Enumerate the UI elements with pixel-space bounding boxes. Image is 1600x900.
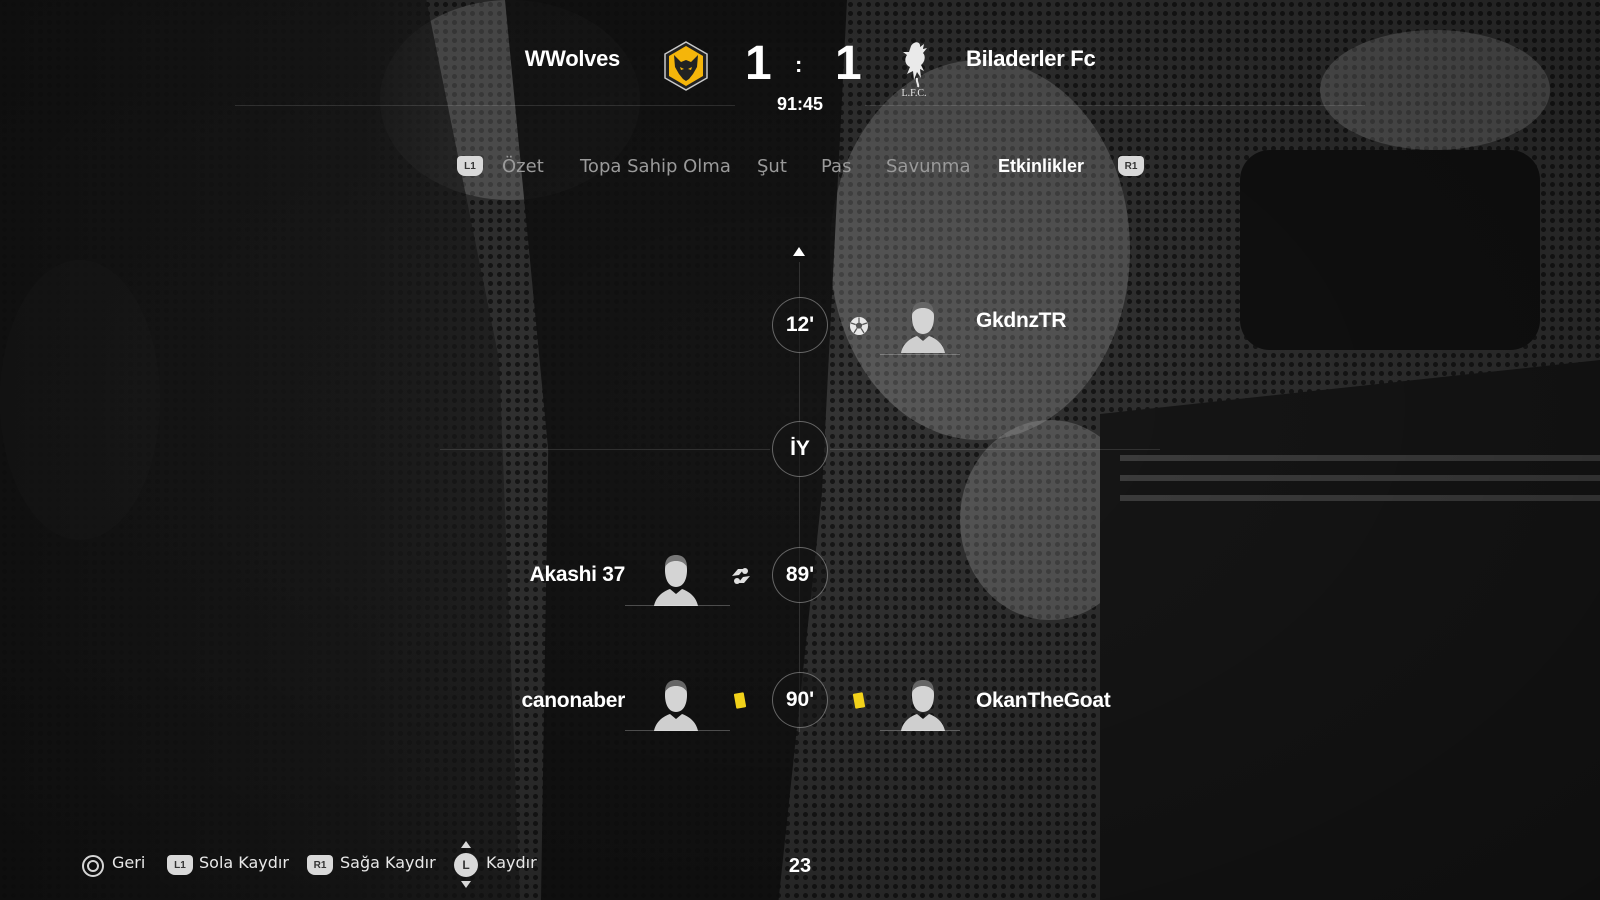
stick-down-arrow-icon [461,881,471,888]
r1-button-icon[interactable]: R1 [1118,156,1144,176]
stats-tab-bar: L1 Özet Topa Sahip Olma Şut Pas Savunma … [0,150,1600,186]
scroll-up-arrow-icon[interactable] [793,247,805,256]
header-divider [235,105,735,106]
player-avatar [901,680,945,731]
footer-scroll-label[interactable]: Kaydır [486,853,537,872]
tab-etkinlikler[interactable]: Etkinlikler [998,156,1084,177]
half-time-marker: İY [772,421,828,477]
goal-ball-icon [850,317,868,335]
away-event-player: GkdnzTR [976,309,1067,332]
footer-scroll-left-label[interactable]: Sola Kaydır [199,853,289,872]
page-number: 23 [788,855,812,877]
home-event-player: canonaber [521,689,626,712]
half-time-divider [440,449,770,450]
away-team-name: Biladerler Fc [966,46,1096,71]
l1-button-icon[interactable]: L1 [167,855,193,875]
tab-savunma[interactable]: Savunma [886,156,971,177]
avatar-underline [880,354,960,355]
half-time-divider [830,449,1160,450]
svg-text:L.F.C.: L.F.C. [901,88,926,98]
stick-up-arrow-icon [461,841,471,848]
event-minute: 89' [772,547,828,603]
l1-button-icon[interactable]: L1 [457,156,483,176]
tab-sut[interactable]: Şut [757,156,787,177]
yellow-card-icon [733,692,747,709]
away-event-player: OkanTheGoat [976,689,1111,712]
avatar-underline [880,730,960,731]
avatar-underline [625,605,730,606]
r1-button-icon[interactable]: R1 [307,855,333,875]
yellow-card-icon [852,692,866,709]
event-minute: 90' [772,672,828,728]
wolves-crest-icon [664,41,708,91]
match-clock: 91:45 [776,94,824,114]
circle-button-icon[interactable] [82,855,104,877]
substitution-icon [732,568,750,584]
header-divider [865,105,1365,106]
home-team-name: WWolves [524,46,621,71]
left-stick-button-icon[interactable]: L [454,853,478,877]
event-minute: 12' [772,297,828,353]
away-score: 1 [835,37,862,90]
match-stats-screen: WWolves 1 : 1 91:45 L.F.C. Biladerler Fc… [0,0,1600,900]
tab-ozet[interactable]: Özet [502,156,544,177]
player-avatar [654,680,698,731]
tab-pas[interactable]: Pas [821,156,851,177]
home-score: 1 [745,37,772,90]
tab-topa-sahip-olma[interactable]: Topa Sahip Olma [580,156,731,177]
footer-back-label[interactable]: Geri [112,853,145,872]
player-avatar [654,555,698,606]
player-avatar [901,302,945,353]
home-event-player: Akashi 37 [529,563,626,586]
liverpool-crest-icon: L.F.C. [901,42,927,98]
avatar-underline [625,730,730,731]
score-separator: : [795,52,803,77]
footer-scroll-right-label[interactable]: Sağa Kaydır [340,853,436,872]
